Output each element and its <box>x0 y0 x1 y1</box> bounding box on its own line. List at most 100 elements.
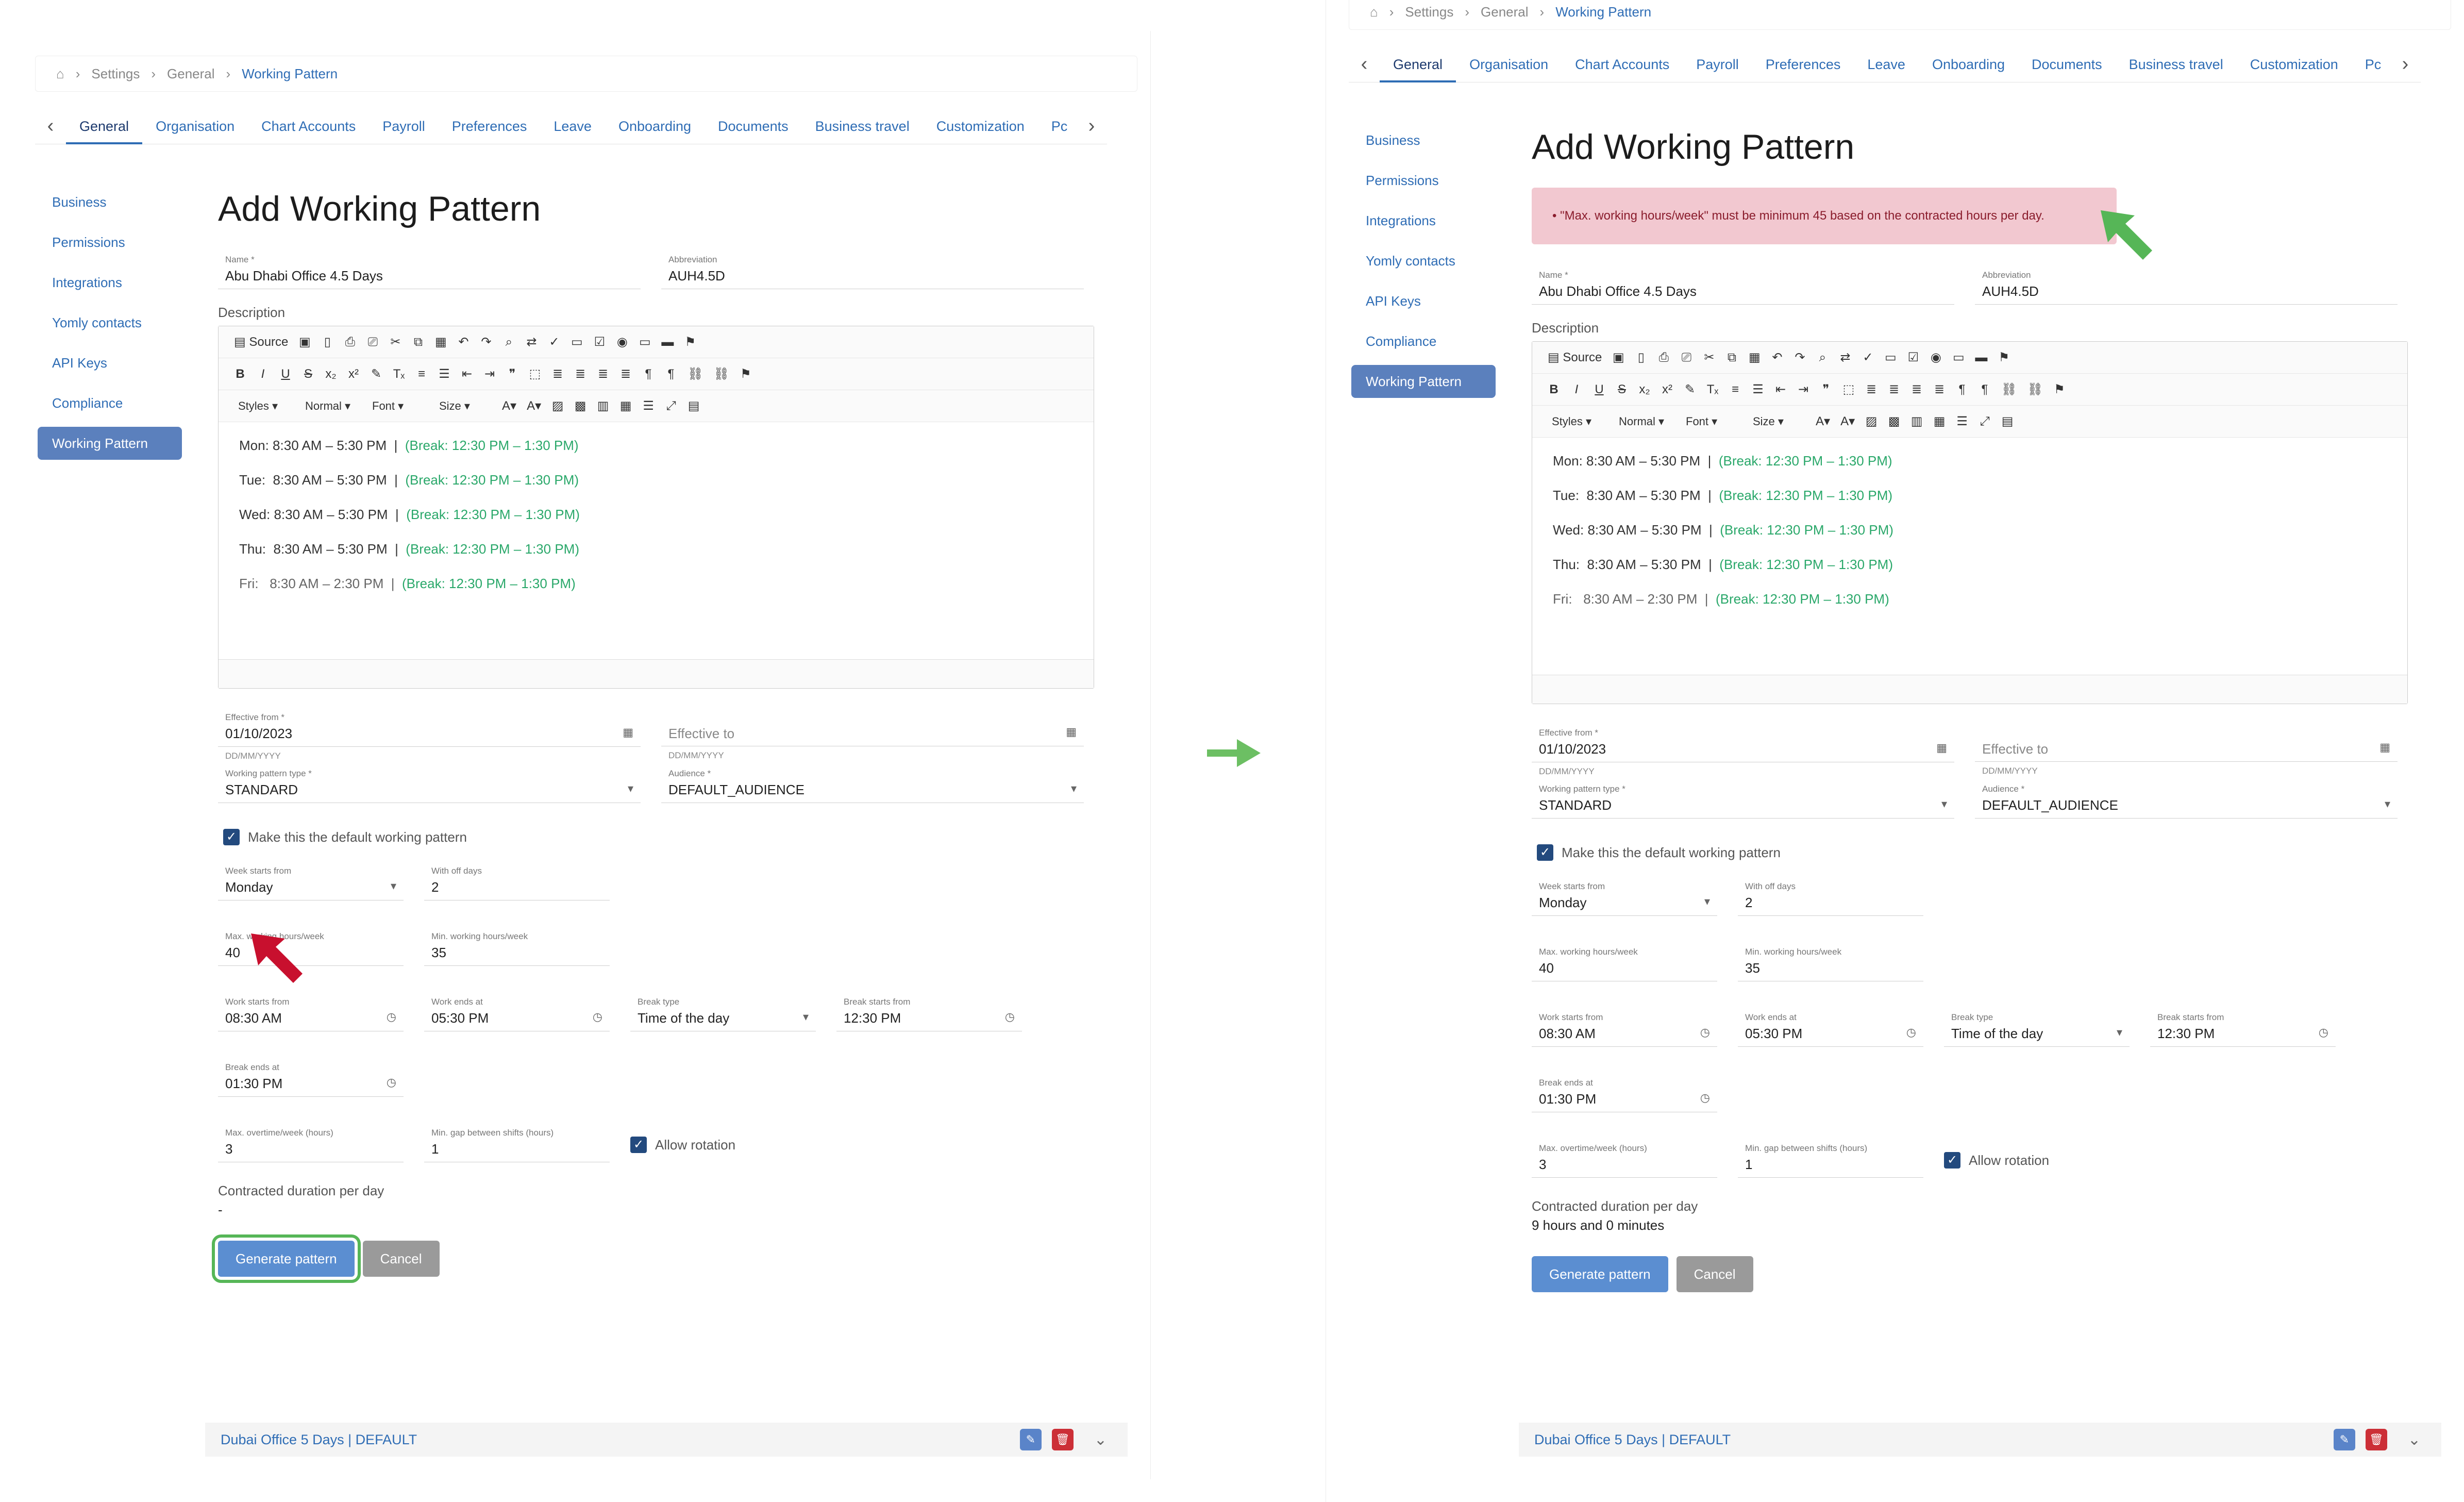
size-dropdown[interactable]: Size ▾ <box>435 399 492 413</box>
sidebar-item-yomly-contacts[interactable]: Yomly contacts <box>1351 244 1496 277</box>
bullet-list-icon[interactable]: ☰ <box>1752 382 1764 397</box>
editor-body[interactable]: Mon: 8:30 AM – 5:30 PM | (Break: 12:30 P… <box>1532 438 2407 675</box>
textfield-icon[interactable]: ▭ <box>639 335 651 349</box>
link-icon[interactable]: ⛓ <box>2001 382 2017 397</box>
chart-icon[interactable]: ▥ <box>597 398 609 413</box>
breadcrumb-general[interactable]: General <box>167 66 215 82</box>
anchor-icon[interactable]: ⚑ <box>2053 382 2066 397</box>
tab-customization[interactable]: Customization <box>2237 46 2352 82</box>
min-gap-input[interactable]: Min. gap between shifts (hours) 1 <box>424 1123 610 1162</box>
checkbox-checked-icon[interactable]: ✓ <box>223 829 240 845</box>
redo-icon[interactable]: ↷ <box>1793 350 1806 365</box>
flash-embed-icon[interactable]: ▩ <box>574 398 586 413</box>
accordion-title[interactable]: Dubai Office 5 Days | DEFAULT <box>1534 1432 1731 1448</box>
sidebar-item-integrations[interactable]: Integrations <box>38 266 182 299</box>
max-overtime-input[interactable]: Max. overtime/week (hours) 3 <box>1532 1138 1717 1178</box>
hr-icon[interactable]: ☰ <box>642 398 655 413</box>
bg-color-icon[interactable]: A▾ <box>527 398 541 413</box>
strike-icon[interactable]: S <box>1616 382 1628 397</box>
rtl-icon[interactable]: ¶ <box>665 367 677 381</box>
min-hours-input[interactable]: Min. working hours/week 35 <box>1738 942 1923 981</box>
tab-chart-accounts[interactable]: Chart Accounts <box>248 108 369 144</box>
flash-icon[interactable]: ⚑ <box>1998 350 2010 365</box>
working-pattern-row[interactable]: Dubai Office 5 Days | DEFAULT ✎ 🗑 ⌄ <box>1519 1423 2441 1457</box>
sidebar-item-permissions[interactable]: Permissions <box>1351 164 1496 197</box>
sidebar-item-compliance[interactable]: Compliance <box>38 387 182 420</box>
abbreviation-field[interactable]: Abbreviation AUH4.5D <box>661 249 1084 289</box>
break-start-time[interactable]: Break starts from 12:30 PM ◷ <box>2150 1007 2336 1047</box>
sidebar-item-api-keys[interactable]: API Keys <box>1351 285 1496 318</box>
working-pattern-type-select[interactable]: Working pattern type * STANDARD ▾ <box>1532 779 1954 819</box>
styles-dropdown[interactable]: Styles ▾ <box>1548 415 1604 428</box>
breadcrumb-settings[interactable]: Settings <box>91 66 140 82</box>
checkbox-checked-icon[interactable]: ✓ <box>1537 844 1553 861</box>
editor-resize-bar[interactable] <box>1532 675 2407 704</box>
save-icon[interactable]: ▣ <box>298 335 311 349</box>
checkbox-icon[interactable]: ☑ <box>1907 350 1919 365</box>
table-icon[interactable]: ▦ <box>1933 414 1946 429</box>
format-dropdown[interactable]: Normal ▾ <box>1615 415 1671 428</box>
source-button[interactable]: ▤ Source <box>234 335 288 349</box>
tab-documents[interactable]: Documents <box>705 108 802 144</box>
editor-resize-bar[interactable] <box>219 659 1094 688</box>
format-painter-icon[interactable]: ✎ <box>370 366 382 381</box>
checkbox-checked-icon[interactable]: ✓ <box>1944 1152 1960 1169</box>
work-end-time[interactable]: Work ends at 05:30 PM ◷ <box>424 992 610 1031</box>
undo-icon[interactable]: ↶ <box>457 335 470 349</box>
effective-to-field[interactable]: Effective to ▦ <box>1975 723 2398 762</box>
rtl-icon[interactable]: ¶ <box>1979 382 1991 397</box>
clock-icon[interactable]: ◷ <box>1005 1010 1015 1024</box>
clock-icon[interactable]: ◷ <box>1906 1026 1916 1039</box>
home-icon[interactable]: ⌂ <box>56 66 64 82</box>
italic-icon[interactable]: I <box>257 367 269 381</box>
justify-icon[interactable]: ≣ <box>619 366 632 381</box>
spellcheck-icon[interactable]: ✓ <box>1862 350 1874 365</box>
form-icon[interactable]: ▭ <box>571 335 583 349</box>
underline-icon[interactable]: U <box>279 367 292 381</box>
min-gap-input[interactable]: Min. gap between shifts (hours) 1 <box>1738 1138 1923 1178</box>
preview-icon[interactable]: ⎙ <box>344 335 356 349</box>
unlink-icon[interactable]: ⛓ <box>713 366 729 381</box>
outdent-icon[interactable]: ⇤ <box>1774 382 1787 397</box>
sidebar-item-yomly-contacts[interactable]: Yomly contacts <box>38 306 182 339</box>
tab-preferences[interactable]: Preferences <box>1752 46 1854 82</box>
chevron-down-icon[interactable]: ⌄ <box>1094 1431 1107 1449</box>
new-page-icon[interactable]: ▯ <box>321 335 333 349</box>
find-icon[interactable]: ⌕ <box>502 335 515 349</box>
styles-dropdown[interactable]: Styles ▾ <box>234 399 291 413</box>
clock-icon[interactable]: ◷ <box>593 1010 602 1024</box>
audience-select[interactable]: Audience * DEFAULT_AUDIENCE ▾ <box>1975 779 2398 819</box>
checkbox-icon[interactable]: ☑ <box>593 335 606 349</box>
abbreviation-field[interactable]: Abbreviation AUH4.5D <box>1975 265 2398 305</box>
work-end-time[interactable]: Work ends at 05:30 PM ◷ <box>1738 1007 1923 1047</box>
rich-text-editor[interactable]: ▤ Source ▣ ▯ ⎙ ⎚ ✂ ⧉ ▦ ↶ ↷ ⌕ ⇄ ✓ ▭ ☑ ◉ ▭ ▬ ⚑ B I … <box>1532 341 2408 704</box>
tab-onboarding[interactable]: Onboarding <box>605 108 705 144</box>
size-dropdown[interactable]: Size ▾ <box>1749 415 1805 428</box>
maximize-icon[interactable]: ⤢ <box>1979 414 1991 429</box>
table-icon[interactable]: ▦ <box>619 398 632 413</box>
indent-icon[interactable]: ⇥ <box>1797 382 1809 397</box>
checkbox-checked-icon[interactable]: ✓ <box>630 1137 647 1153</box>
tab-truncated[interactable]: Pc <box>2352 46 2390 82</box>
week-starts-select[interactable]: Week starts from Monday ▾ <box>1532 876 1717 916</box>
week-starts-select[interactable]: Week starts from Monday ▾ <box>218 861 404 900</box>
text-color-icon[interactable]: A▾ <box>502 398 516 413</box>
audience-select[interactable]: Audience * DEFAULT_AUDIENCE ▾ <box>661 763 1084 803</box>
work-start-time[interactable]: Work starts from 08:30 AM ◷ <box>218 992 404 1031</box>
ltr-icon[interactable]: ¶ <box>642 367 655 381</box>
div-icon[interactable]: ⬚ <box>529 366 541 381</box>
div-icon[interactable]: ⬚ <box>1842 382 1855 397</box>
justify-icon[interactable]: ≣ <box>1933 382 1946 397</box>
paste-icon[interactable]: ▦ <box>1748 350 1761 365</box>
find-icon[interactable]: ⌕ <box>1816 351 1829 365</box>
outdent-icon[interactable]: ⇤ <box>461 366 473 381</box>
max-hours-input[interactable]: Max. working hours/week 40 <box>1532 942 1717 981</box>
print-icon[interactable]: ⎚ <box>1680 351 1692 365</box>
replace-icon[interactable]: ⇄ <box>1839 350 1851 365</box>
tab-payroll[interactable]: Payroll <box>1683 46 1752 82</box>
calendar-icon[interactable]: ▦ <box>1066 725 1077 739</box>
calendar-icon[interactable]: ▦ <box>623 726 633 739</box>
blockquote-icon[interactable]: ❞ <box>1820 382 1832 397</box>
spellcheck-icon[interactable]: ✓ <box>548 335 560 349</box>
preview-icon[interactable]: ⎙ <box>1657 351 1670 365</box>
